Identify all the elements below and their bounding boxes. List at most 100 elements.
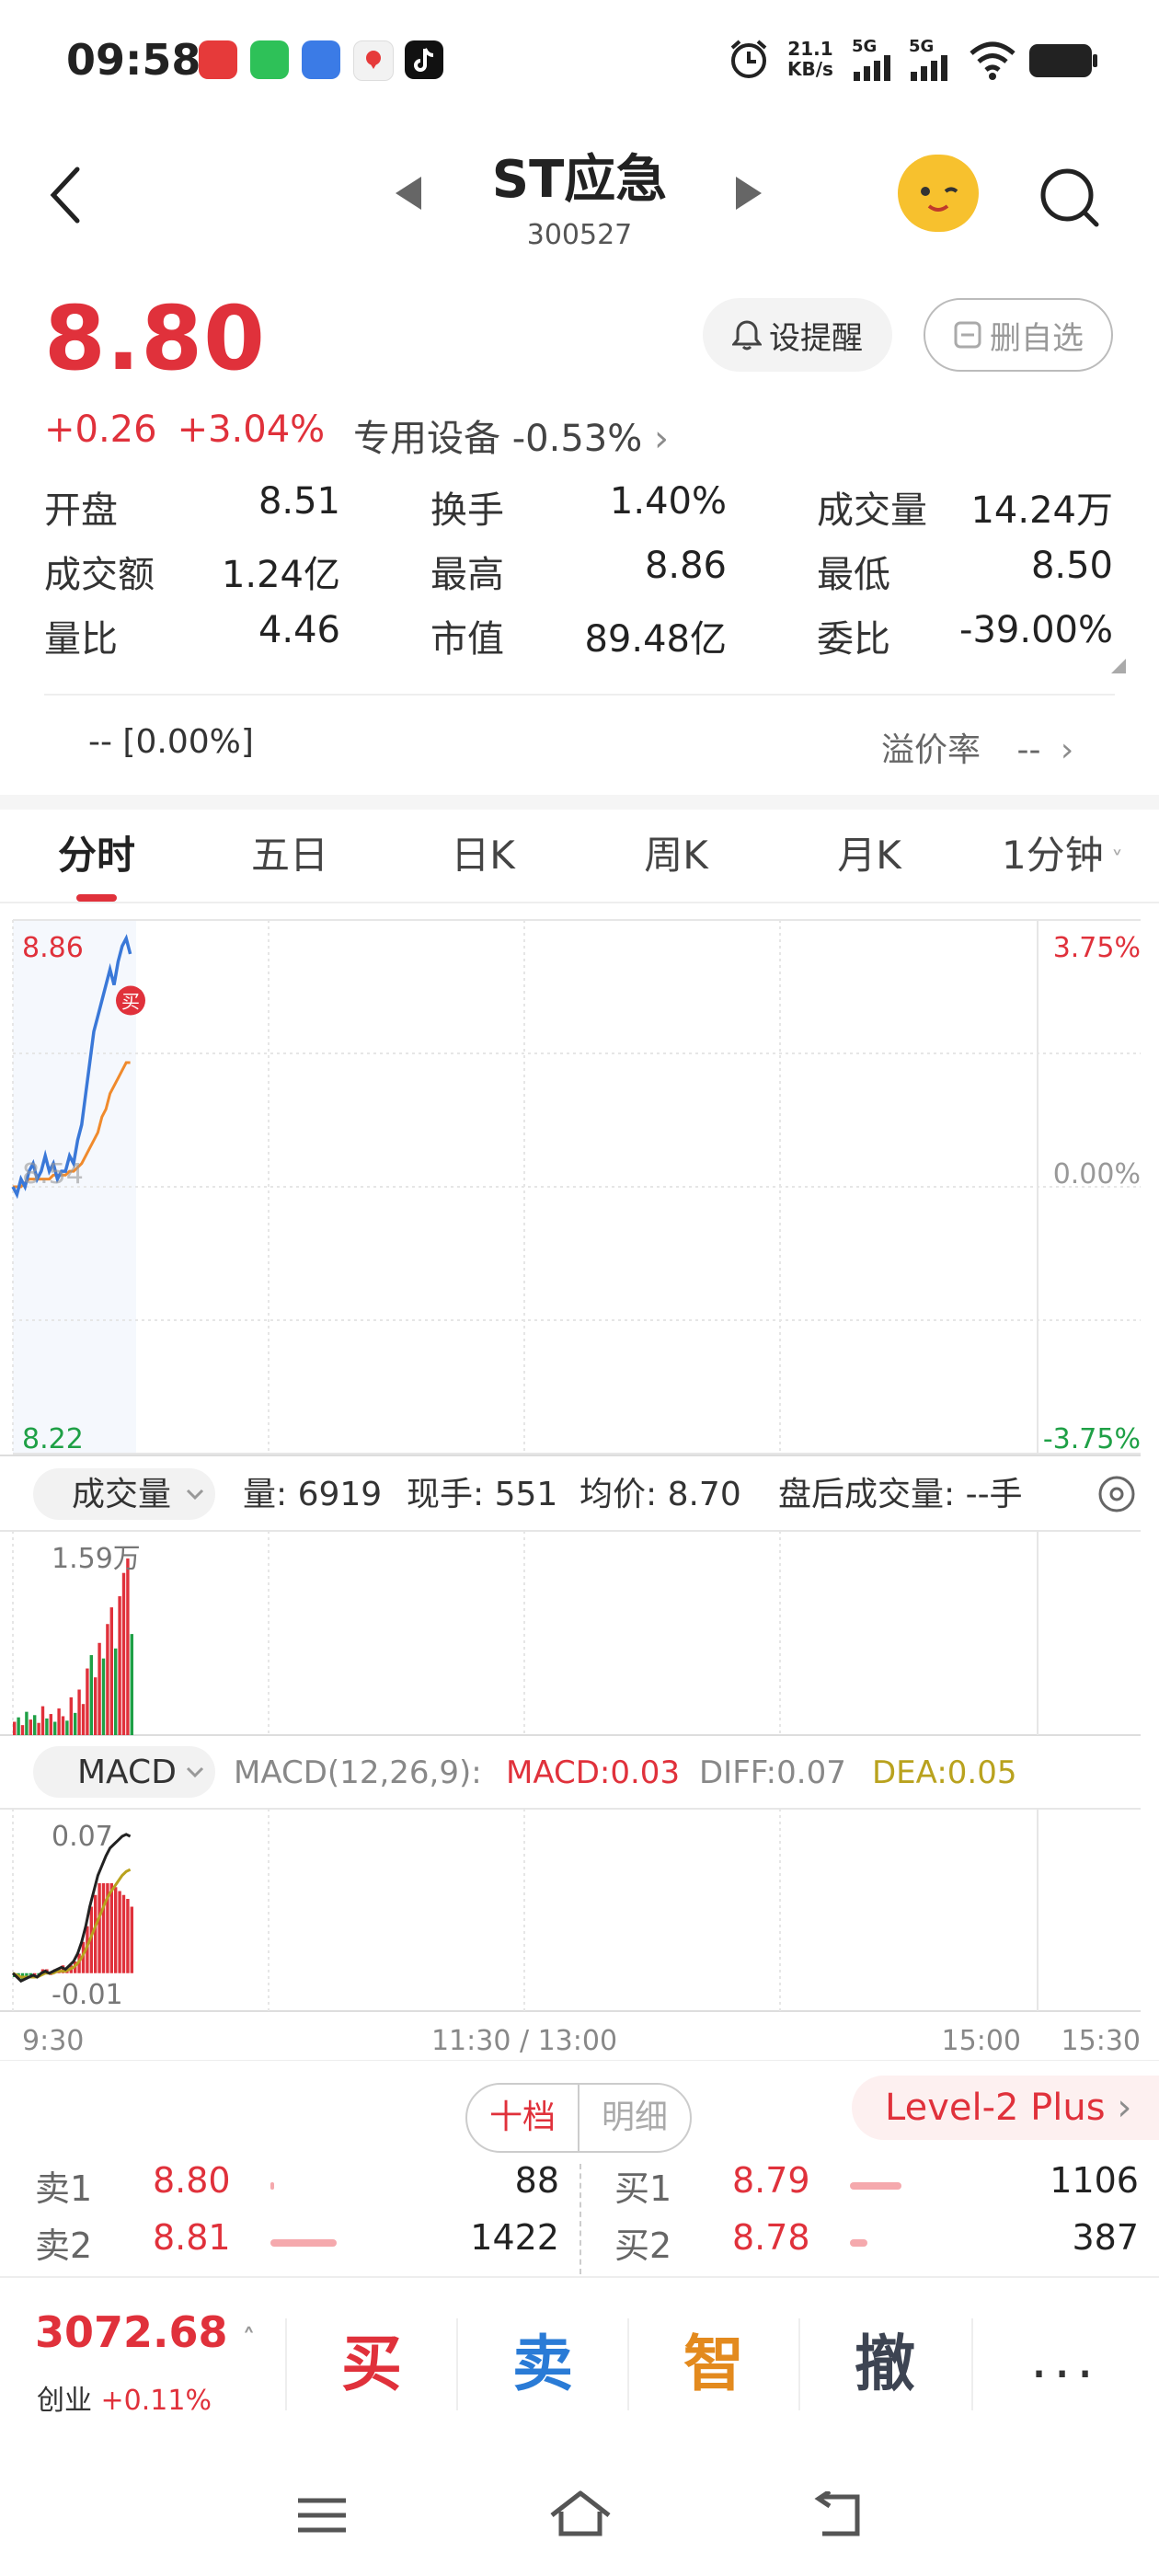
macd-bar: [94, 1894, 98, 1973]
macd-bottom-label: -0.01: [52, 1979, 123, 2011]
tab-5[interactable]: 1分钟 ˅: [966, 810, 1159, 902]
avg-price-label: 均价: 8.70: [580, 1476, 741, 1513]
time-label-close: 15:00: [942, 2025, 1021, 2057]
tab-ten-levels[interactable]: 十档: [467, 2085, 578, 2151]
back-nav-icon[interactable]: [811, 2489, 866, 2543]
stat-cell: 成交量 14.24万: [817, 480, 1113, 534]
stock-code: 300527: [526, 219, 633, 251]
stat-label: 量比: [44, 618, 118, 661]
stock-title: ST应急: [491, 150, 668, 210]
sell-row[interactable]: 卖2 8.81 1422: [35, 2217, 559, 2269]
set-alert-button[interactable]: 设提醒: [703, 298, 892, 372]
net-speed-unit: KB/s: [787, 58, 833, 80]
stat-cell: 最高 8.86: [430, 545, 727, 598]
level-volume: 88: [514, 2160, 559, 2201]
tab-details[interactable]: 明细: [578, 2085, 690, 2151]
map-icon: [353, 40, 394, 81]
tab-0[interactable]: 分时: [0, 810, 193, 902]
expand-corner-icon[interactable]: [1111, 659, 1126, 673]
macd-params-label: MACD(12,26,9):: [234, 1754, 482, 1791]
chevron-right-icon: ›: [653, 418, 669, 460]
app-red-icon: [199, 40, 237, 79]
tab-4[interactable]: 月K: [773, 810, 966, 902]
stat-label: 开盘: [44, 489, 118, 532]
after-hours-volume-label: 盘后成交量: --手: [778, 1476, 1023, 1513]
volume-bar: [126, 1558, 130, 1735]
volume-bar: [53, 1721, 57, 1735]
status-time: 09:58: [66, 35, 201, 85]
level-label: 买2: [614, 2225, 672, 2266]
volume-bar: [94, 1677, 98, 1735]
sell-row[interactable]: 卖1 8.80 88: [35, 2160, 559, 2212]
volume-label: 量: 6919: [243, 1476, 382, 1513]
action-button-3[interactable]: 撤: [800, 2315, 970, 2403]
minus-box-icon: [954, 321, 981, 349]
intraday-chart[interactable]: 买8.868.548.223.75%0.00%-3.75%成交量成交量量: 69…: [0, 903, 1159, 2061]
mascot-icon[interactable]: [898, 155, 979, 232]
volume-bar: [49, 1714, 52, 1735]
next-stock-arrow[interactable]: [736, 177, 762, 210]
stat-value: 4.46: [258, 609, 340, 651]
volume-bar: [33, 1715, 37, 1735]
volume-bar: [89, 1655, 93, 1735]
volume-bar: [114, 1648, 118, 1735]
level-price: 8.80: [153, 2160, 231, 2201]
premium-value: --: [1016, 731, 1041, 769]
chevron-up-icon: ˄: [242, 2323, 256, 2353]
stat-label: 最低: [817, 554, 890, 596]
buy-row[interactable]: 买1 8.79 1106: [614, 2160, 1139, 2212]
tab-label: 分时: [57, 833, 135, 878]
chevron-down-icon: ˅: [1103, 847, 1123, 875]
stats-row: 成交额 1.24亿 最高 8.86 最低 8.50: [44, 539, 1115, 604]
current-hand-label: 现手: 551: [407, 1476, 557, 1513]
search-icon[interactable]: [1038, 166, 1102, 234]
volume-max-label: 1.59万: [52, 1543, 141, 1575]
volume-bar: [25, 1711, 29, 1735]
system-nav-bar: [0, 2451, 1159, 2576]
volume-bar: [40, 1706, 45, 1735]
volume-bar: [118, 1596, 121, 1735]
menu-icon[interactable]: [296, 2495, 348, 2539]
action-button-1[interactable]: 卖: [458, 2315, 627, 2403]
premium-rate[interactable]: 溢价率 -- ›: [881, 723, 1073, 771]
home-icon[interactable]: [548, 2488, 613, 2543]
tab-2[interactable]: 日K: [386, 810, 580, 902]
pct-mid-label: 0.00%: [1053, 1158, 1141, 1190]
volume-bar: [850, 2239, 867, 2247]
volume-bar: [17, 1717, 20, 1735]
dea-value-label: DEA:0.05: [872, 1754, 1016, 1791]
volume-bar: [69, 1696, 73, 1735]
macd-bar: [121, 1894, 126, 1973]
index-value[interactable]: 3072.68 ˄: [35, 2307, 256, 2357]
stat-label: 成交额: [44, 554, 155, 596]
stats-grid: 开盘 8.51 换手 1.40% 成交量 14.24万 成交额 1.24亿 最高 8.86 最低 8.…: [44, 475, 1115, 668]
level-label: 卖2: [35, 2225, 93, 2266]
index-info[interactable]: 创业 +0.11%: [37, 2377, 212, 2418]
stat-label: 委比: [817, 618, 890, 661]
macd-bar: [101, 1883, 106, 1973]
sector-link[interactable]: 专用设备 -0.53% ›: [353, 408, 669, 462]
tab-label: 月K: [837, 833, 901, 878]
macd-bar: [114, 1887, 118, 1973]
action-button-2[interactable]: 智: [629, 2315, 798, 2403]
macd-bar: [98, 1883, 101, 1973]
divider: [44, 694, 1115, 696]
pct-top-label: 3.75%: [1053, 932, 1141, 964]
stat-value: 8.51: [258, 480, 340, 523]
level2-plus-button[interactable]: Level-2 Plus ›: [852, 2076, 1159, 2140]
volume-bar: [61, 1716, 65, 1735]
tab-3[interactable]: 周K: [580, 810, 773, 902]
buy-row[interactable]: 买2 8.78 387: [614, 2217, 1139, 2269]
level2-label: Level-2 Plus: [885, 2087, 1106, 2129]
macd-selector-label: MACD: [77, 1754, 177, 1791]
price-change: +0.26 +3.04%: [44, 408, 345, 451]
action-button-0[interactable]: 买: [287, 2315, 456, 2403]
app-blue-icon: [302, 40, 340, 79]
tab-1[interactable]: 五日: [193, 810, 386, 902]
remove-watchlist-button[interactable]: 删自选: [924, 298, 1113, 372]
price-top-label: 8.86: [22, 932, 84, 964]
stat-value: 1.24亿: [221, 554, 340, 596]
more-button[interactable]: ···: [1030, 2342, 1099, 2407]
tab-label: 周K: [644, 833, 708, 878]
stat-cell: 最低 8.50: [817, 545, 1113, 598]
